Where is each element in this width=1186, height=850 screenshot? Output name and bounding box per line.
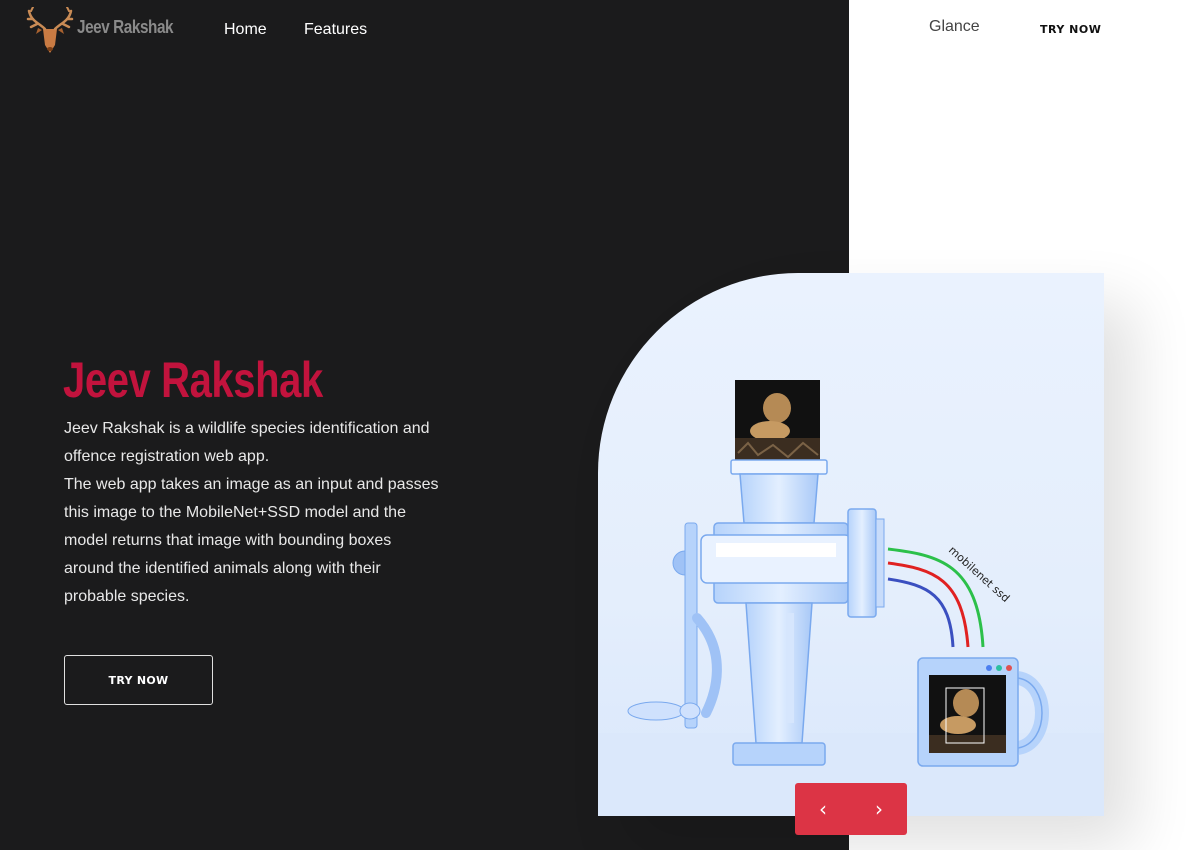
nav-try-now-button[interactable]: TRY NOW xyxy=(1040,23,1101,36)
hero-try-now-button[interactable]: TRY NOW xyxy=(64,655,213,705)
nav-glance[interactable]: Glance xyxy=(929,18,980,36)
description-line: model returns that image with bounding b… xyxy=(64,532,392,549)
brand-name: Jeev Rakshak xyxy=(77,16,174,37)
chevron-right-icon[interactable]: › xyxy=(851,783,907,835)
description-line: offence registration web app. xyxy=(64,448,270,465)
grinder-illustration: mobilenet ssd xyxy=(598,380,1104,816)
slider-controls: ‹ › xyxy=(795,783,907,835)
nav-home[interactable]: Home xyxy=(224,21,267,39)
output-lion-image xyxy=(929,675,1006,753)
brand-logo[interactable]: Jeev Rakshak xyxy=(25,6,190,56)
hero-title: Jeev Rakshak xyxy=(63,352,323,408)
description-line: probable species. xyxy=(64,588,190,605)
description-line: Jeev Rakshak is a wildlife species ident… xyxy=(64,420,430,437)
description-line: The web app takes an image as an input a… xyxy=(64,476,439,493)
input-lion-image xyxy=(735,380,820,460)
illustration-card: mobilenet ssd xyxy=(598,273,1104,816)
chevron-left-icon[interactable]: ‹ xyxy=(795,783,851,835)
nav-features[interactable]: Features xyxy=(304,21,367,39)
deer-icon xyxy=(26,7,74,53)
hero-description: Jeev Rakshak is a wildlife species ident… xyxy=(64,415,444,611)
description-line: around the identified animals along with… xyxy=(64,560,381,577)
description-line: this image to the MobileNet+SSD model an… xyxy=(64,504,406,521)
